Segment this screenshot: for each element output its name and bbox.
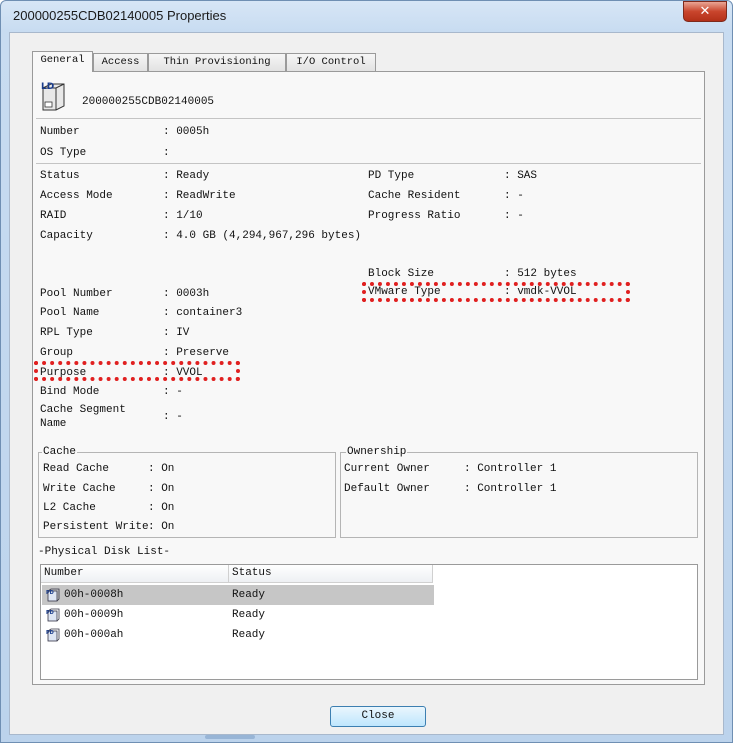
- svg-text:LD: LD: [41, 82, 54, 92]
- default-owner-value: : Controller 1: [464, 483, 557, 495]
- svg-text:PD: PD: [46, 590, 54, 596]
- disk-number: 00h-0009h: [64, 609, 124, 621]
- disk-row[interactable]: PD 00h-0008h Ready: [42, 585, 434, 605]
- tab-access[interactable]: Access: [93, 53, 148, 71]
- write-cache-label: Write Cache: [43, 483, 116, 495]
- current-owner-value: : Controller 1: [464, 463, 557, 475]
- window-close-icon[interactable]: ✕: [683, 1, 727, 22]
- svg-text:PD: PD: [46, 610, 54, 616]
- access-mode-label: Access Mode: [40, 190, 113, 202]
- cache-resident-label: Cache Resident: [368, 190, 461, 202]
- svg-text:PD: PD: [46, 630, 54, 636]
- rpl-type-label: RPL Type: [40, 327, 93, 339]
- disk-status: Ready: [232, 609, 266, 621]
- pd-type-label: PD Type: [368, 170, 415, 182]
- raid-label: RAID: [40, 210, 67, 222]
- capacity-label: Capacity: [40, 230, 93, 242]
- ownership-group-title: Ownership: [346, 446, 408, 458]
- vmware-type-highlight: [362, 282, 630, 302]
- block-size-label: Block Size: [368, 268, 435, 280]
- os-type-value: :: [163, 147, 170, 159]
- os-type-label: OS Type: [40, 147, 87, 159]
- ld-name: 200000255CDB02140005: [82, 96, 215, 108]
- write-cache-value: : On: [148, 483, 175, 495]
- physical-disk-list-title: -Physical Disk List-: [38, 546, 171, 558]
- physical-disk-list[interactable]: Number Status PD 00h-0008h Ready PD 00h-…: [40, 564, 698, 680]
- divider: [36, 118, 701, 119]
- access-mode-value: : ReadWrite: [163, 190, 236, 202]
- title-bar[interactable]: 200000255CDB02140005 Properties ✕: [1, 1, 732, 31]
- window-title: 200000255CDB02140005 Properties: [13, 8, 227, 23]
- capacity-value: : 4.0 GB (4,294,967,296 bytes): [163, 230, 362, 242]
- cache-segment-name-label-line1: Cache Segment: [40, 404, 126, 416]
- disk-row[interactable]: PD 00h-000ah Ready: [42, 625, 434, 645]
- pool-name-value: : container3: [163, 307, 243, 319]
- disk-number: 00h-000ah: [64, 629, 124, 641]
- disk-row[interactable]: PD 00h-0009h Ready: [42, 605, 434, 625]
- cache-segment-name-value: : -: [163, 411, 183, 423]
- cache-group-title: Cache: [42, 446, 78, 458]
- group-label: Group: [40, 347, 74, 359]
- default-owner-label: Default Owner: [344, 483, 430, 495]
- pool-number-label: Pool Number: [40, 288, 113, 300]
- current-owner-label: Current Owner: [344, 463, 430, 475]
- bind-mode-label: Bind Mode: [40, 386, 100, 398]
- close-button[interactable]: Close: [330, 706, 426, 727]
- column-header-status[interactable]: Status: [229, 565, 433, 583]
- disk-status: Ready: [232, 589, 266, 601]
- column-header-number[interactable]: Number: [41, 565, 229, 583]
- l2-cache-label: L2 Cache: [43, 502, 96, 514]
- cache-resident-value: : -: [504, 190, 524, 202]
- disk-status: Ready: [232, 629, 266, 641]
- physical-disk-icon: PD: [46, 608, 60, 622]
- window-bottom-edge: [205, 735, 255, 739]
- progress-ratio-label: Progress Ratio: [368, 210, 461, 222]
- divider: [36, 163, 701, 164]
- block-size-value: : 512 bytes: [504, 268, 577, 280]
- rpl-type-value: : IV: [163, 327, 190, 339]
- progress-ratio-value: : -: [504, 210, 524, 222]
- tab-general[interactable]: General: [32, 51, 93, 72]
- cache-segment-name-label-line2: Name: [40, 418, 67, 430]
- read-cache-value: : On: [148, 463, 175, 475]
- physical-disk-icon: PD: [46, 588, 60, 602]
- raid-value: : 1/10: [163, 210, 203, 222]
- tab-io-control[interactable]: I/O Control: [286, 53, 376, 71]
- pool-name-label: Pool Name: [40, 307, 100, 319]
- physical-disk-icon: PD: [46, 628, 60, 642]
- group-value: : Preserve: [163, 347, 230, 359]
- pd-type-value: : SAS: [504, 170, 538, 182]
- number-value: : 0005h: [163, 126, 210, 138]
- status-value: : Ready: [163, 170, 210, 182]
- persistent-write-label: Persistent Write: [43, 521, 149, 533]
- read-cache-label: Read Cache: [43, 463, 110, 475]
- pool-number-value: : 0003h: [163, 288, 210, 300]
- tab-thin-provisioning[interactable]: Thin Provisioning: [148, 53, 286, 71]
- persistent-write-value: : On: [148, 521, 175, 533]
- number-label: Number: [40, 126, 80, 138]
- logical-disk-icon: LD: [41, 82, 65, 111]
- purpose-highlight: [34, 361, 240, 381]
- status-label: Status: [40, 170, 80, 182]
- disk-number: 00h-0008h: [64, 589, 124, 601]
- bind-mode-value: : -: [163, 386, 183, 398]
- l2-cache-value: : On: [148, 502, 175, 514]
